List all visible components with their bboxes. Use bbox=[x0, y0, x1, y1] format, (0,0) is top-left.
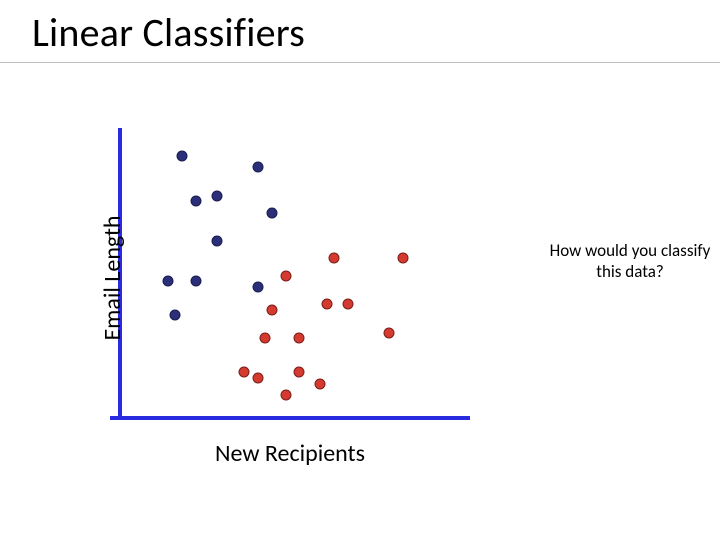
data-point bbox=[239, 367, 250, 378]
data-point bbox=[294, 367, 305, 378]
y-axis-label: Email Length bbox=[98, 215, 127, 340]
data-point bbox=[163, 276, 174, 287]
data-point bbox=[294, 333, 305, 344]
page-title: Linear Classifiers bbox=[32, 8, 305, 57]
data-point bbox=[384, 327, 395, 338]
title-underline bbox=[0, 62, 720, 63]
data-point bbox=[266, 207, 277, 218]
annotation-text: How would you classify this data? bbox=[545, 240, 715, 283]
data-point bbox=[253, 162, 264, 173]
data-point bbox=[280, 270, 291, 281]
data-point bbox=[211, 236, 222, 247]
data-point bbox=[342, 299, 353, 310]
data-point bbox=[190, 196, 201, 207]
scatter-plot: Email Length New Recipients bbox=[110, 128, 470, 428]
data-point bbox=[211, 190, 222, 201]
slide-root: Linear Classifiers Email Length New Reci… bbox=[0, 0, 720, 540]
data-point bbox=[190, 276, 201, 287]
x-axis-label: New Recipients bbox=[215, 439, 365, 468]
data-point bbox=[253, 373, 264, 384]
data-point bbox=[322, 299, 333, 310]
data-point bbox=[397, 253, 408, 264]
data-point bbox=[259, 333, 270, 344]
data-point bbox=[280, 390, 291, 401]
data-point bbox=[266, 304, 277, 315]
data-point bbox=[170, 310, 181, 321]
data-point bbox=[253, 281, 264, 292]
data-point bbox=[328, 253, 339, 264]
data-point bbox=[315, 378, 326, 389]
data-point bbox=[177, 150, 188, 161]
